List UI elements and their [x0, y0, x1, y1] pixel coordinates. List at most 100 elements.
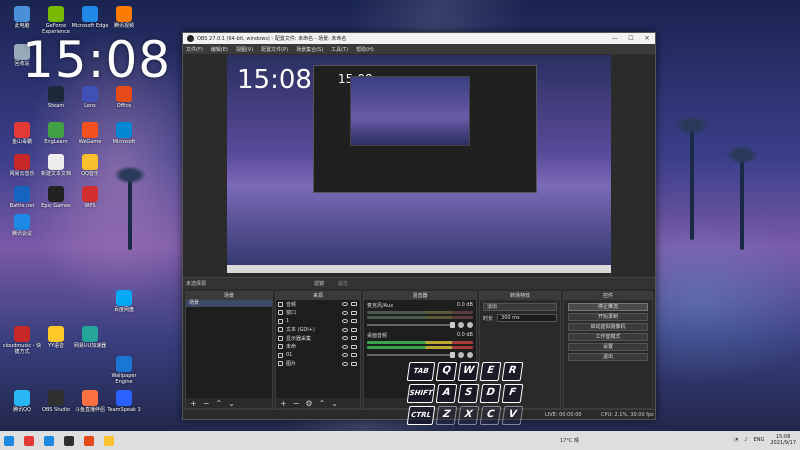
volume-slider[interactable] [367, 352, 455, 358]
start-recording-button[interactable]: 开始录制 [568, 313, 648, 321]
source-settings-icon[interactable]: ⚙ [305, 399, 312, 408]
source-item[interactable]: 01 [276, 351, 360, 360]
gear-icon[interactable] [467, 322, 473, 328]
lock-icon[interactable] [351, 353, 357, 358]
menu-file[interactable]: 文件(F) [186, 46, 203, 53]
network-icon[interactable]: ◔ [734, 437, 738, 443]
move-up-icon[interactable]: ⌃ [215, 399, 222, 408]
visibility-eye-icon[interactable] [342, 310, 348, 315]
source-label: 未命 [286, 344, 297, 351]
start-icon[interactable] [4, 435, 14, 446]
volume-icon[interactable]: ♪ [744, 437, 747, 443]
source-item[interactable]: 文本 (GDI+) [276, 326, 360, 335]
chrome-icon[interactable] [24, 435, 34, 446]
menu-scene-collection[interactable]: 场景集合(S) [296, 46, 323, 53]
speaker-icon[interactable] [458, 352, 464, 358]
desktop-icon[interactable]: QQ音乐 [70, 154, 110, 177]
desktop-icon[interactable]: 腾讯会议 [2, 214, 42, 237]
settings-button[interactable]: 设置 [568, 343, 648, 351]
volume-slider-knob[interactable] [450, 322, 455, 328]
source-item[interactable]: 窗口 [276, 309, 360, 318]
start-virtual-camera-button[interactable]: 启动虚拟摄像机 [568, 323, 648, 331]
key-row: CTRL Z X C V [406, 406, 525, 425]
visibility-eye-icon[interactable] [342, 319, 348, 324]
source-item[interactable]: 显示器采集 [276, 334, 360, 343]
remove-scene-icon[interactable]: − [203, 399, 210, 408]
wallpaper-palm [676, 116, 708, 240]
desktop-icon[interactable]: TeamSpeak 3 [104, 390, 144, 413]
lock-icon[interactable] [351, 302, 357, 307]
obs-titlebar[interactable]: OBS 27.0.1 (64-bit, windows) - 配置文件: 未命名… [183, 33, 655, 44]
lock-icon[interactable] [351, 310, 357, 315]
scene-item[interactable]: 场景 [186, 300, 272, 307]
duration-input[interactable]: 300 ms [497, 314, 557, 322]
lock-icon[interactable] [351, 336, 357, 341]
move-up-icon[interactable]: ⌃ [319, 399, 326, 408]
explorer-icon[interactable] [104, 435, 114, 446]
close-icon[interactable]: ✕ [639, 35, 655, 42]
desktop-icon[interactable]: Wallpaper Engine [104, 356, 144, 385]
properties-button[interactable]: 属性 [338, 280, 348, 287]
volume-slider[interactable] [367, 322, 455, 328]
ime-indicator[interactable]: ENG [754, 437, 765, 443]
source-item[interactable]: 音频 [276, 300, 360, 309]
move-down-icon[interactable]: ⌄ [331, 399, 338, 408]
volume-meter [367, 341, 473, 344]
no-source-selected-label: 未选择源 [186, 281, 207, 287]
app-icon [14, 214, 30, 230]
source-item[interactable]: 图片 [276, 360, 360, 369]
sources-dock: 来源 音频 窗口 1 文本 (GDI+) 显示器采集 未命 01 图片 + − ⚙ ⌃ ⌄ [275, 291, 361, 409]
nested-inner-preview [350, 76, 470, 146]
source-label: 显示器采集 [286, 335, 312, 342]
taskbar-clock[interactable]: 15:08 2021/9/17 [770, 434, 796, 446]
add-source-icon[interactable]: + [280, 399, 287, 408]
remove-source-icon[interactable]: − [293, 399, 300, 408]
lock-icon[interactable] [351, 361, 357, 366]
desktop-icon[interactable]: 腾讯视频 [104, 6, 144, 29]
source-item[interactable]: 未命 [276, 343, 360, 352]
visibility-eye-icon[interactable] [342, 344, 348, 349]
lock-icon[interactable] [351, 319, 357, 324]
desktop-icon[interactable]: 百度网盘 [104, 290, 144, 313]
edge-icon[interactable] [44, 435, 54, 446]
filters-button[interactable]: 滤镜 [314, 280, 324, 287]
source-item[interactable]: 1 [276, 317, 360, 326]
obs-icon[interactable] [64, 435, 74, 446]
desktop-icon[interactable]: WPS [70, 186, 110, 209]
move-down-icon[interactable]: ⌄ [228, 399, 235, 408]
exit-button[interactable]: 退出 [568, 353, 648, 361]
visibility-eye-icon[interactable] [342, 361, 348, 366]
lock-icon[interactable] [351, 344, 357, 349]
scenes-dock: 场景 场景 + − ⌃ ⌄ [185, 291, 273, 409]
desktop-clock-widget: 15:08 [22, 31, 172, 89]
transition-select[interactable]: 淡出 [483, 303, 557, 311]
menu-edit[interactable]: 编辑(E) [211, 46, 228, 53]
preview-canvas[interactable]: 15:08 15:08 [227, 55, 611, 273]
media-icon[interactable] [84, 435, 94, 446]
add-scene-icon[interactable]: + [190, 399, 197, 408]
visibility-eye-icon[interactable] [342, 336, 348, 341]
menu-view[interactable]: 视图(V) [236, 46, 253, 53]
volume-slider-knob[interactable] [450, 352, 455, 358]
scenes-list[interactable]: 场景 [186, 300, 272, 398]
menu-profile[interactable]: 配置文件(P) [261, 46, 288, 53]
speaker-icon[interactable] [458, 322, 464, 328]
minimize-icon[interactable]: — [607, 35, 623, 42]
menu-help[interactable]: 帮助(H) [356, 46, 374, 53]
weather-widget[interactable]: 17°C 晴 [560, 437, 579, 444]
desktop-icon[interactable]: 网易UU加速器 [70, 326, 110, 349]
menu-tools[interactable]: 工具(T) [331, 46, 348, 53]
desktop-icon-label: Office [116, 103, 132, 109]
volume-meter [367, 311, 473, 314]
preview-clock: 15:08 [237, 65, 312, 95]
desktop-icon[interactable]: Microsoft [104, 122, 144, 145]
visibility-eye-icon[interactable] [342, 327, 348, 332]
visibility-eye-icon[interactable] [342, 302, 348, 307]
studio-mode-button[interactable]: 工作室模式 [568, 333, 648, 341]
sources-list[interactable]: 音频 窗口 1 文本 (GDI+) 显示器采集未命 01 图片 [276, 300, 360, 398]
lock-icon[interactable] [351, 327, 357, 332]
maximize-icon[interactable]: ☐ [623, 35, 639, 42]
stop-streaming-button[interactable]: 停止推流 [568, 303, 648, 311]
visibility-eye-icon[interactable] [342, 353, 348, 358]
gear-icon[interactable] [467, 352, 473, 358]
